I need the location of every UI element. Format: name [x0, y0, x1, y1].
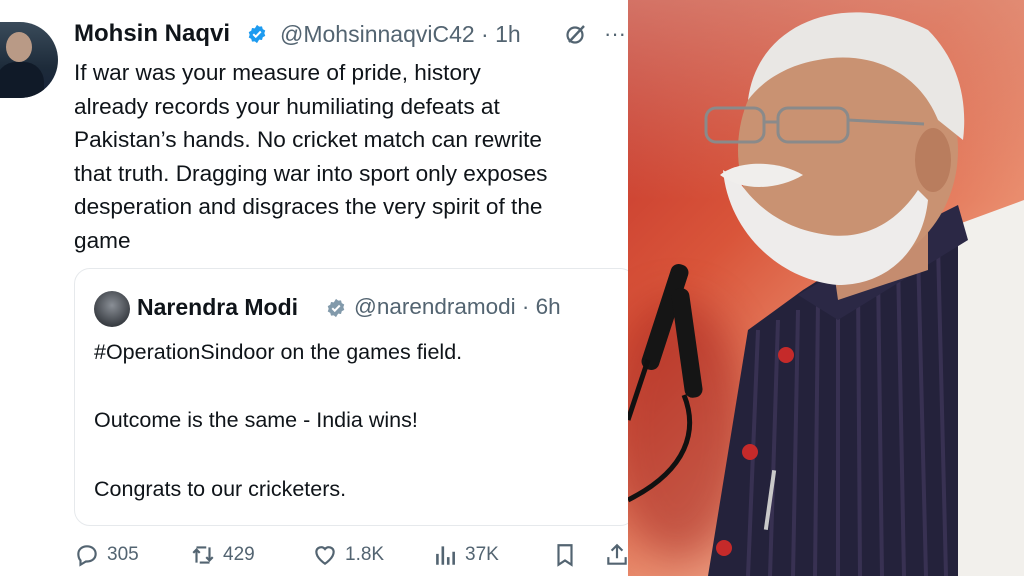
verified-badge-icon — [248, 24, 266, 44]
repost-button[interactable]: 429 — [190, 540, 255, 570]
tweet-body: If war was your measure of pride, histor… — [74, 56, 628, 257]
reply-count: 305 — [107, 544, 139, 565]
author-avatar[interactable] — [0, 22, 58, 98]
avatar-head — [6, 32, 32, 62]
view-count: 37K — [465, 544, 499, 565]
tweet-line: that truth. Dragging war into sport only… — [74, 160, 548, 186]
tweet-action-bar: 305 429 1.8K 37K — [74, 540, 628, 570]
tweet-screenshot-panel: Mohsin Naqvi @MohsinnaqviC42 · 1h ··· If… — [0, 0, 628, 576]
share-icon — [607, 543, 627, 565]
tweet-line: Pakistan’s hands. No cricket match can r… — [74, 127, 542, 152]
like-icon — [315, 546, 335, 565]
author-name[interactable]: Mohsin Naqvi — [74, 20, 230, 48]
quoted-author-avatar[interactable] — [94, 291, 130, 327]
vest-button — [778, 347, 794, 363]
repost-icon — [192, 546, 214, 564]
avatar-body — [0, 62, 44, 98]
bookmark-button[interactable] — [552, 540, 578, 570]
like-count: 1.8K — [345, 544, 385, 565]
bookmark-icon — [557, 544, 573, 567]
tweet-line: If war was your measure of pride, histor… — [74, 60, 481, 85]
tweet-line: already records your humiliating defeats… — [74, 93, 500, 119]
reply-button[interactable]: 305 — [74, 540, 139, 570]
vest-button — [742, 444, 758, 460]
microphones — [628, 263, 703, 503]
reply-icon — [77, 545, 97, 567]
views-button[interactable]: 37K — [432, 540, 499, 570]
grok-icon[interactable] — [564, 22, 588, 46]
quoted-tweet-line: Congrats to our cricketers. — [94, 477, 347, 501]
share-button[interactable] — [604, 540, 628, 570]
tweet-line: desperation and disgraces the very spiri… — [74, 194, 543, 219]
vest-button — [716, 540, 732, 556]
tweet-line: game — [74, 227, 131, 253]
quoted-author-handle-time[interactable]: @narendramodi · 6h — [354, 294, 561, 320]
repost-count: 429 — [223, 544, 255, 565]
more-icon[interactable]: ··· — [604, 21, 626, 47]
ear — [915, 128, 951, 192]
views-icon — [436, 546, 455, 565]
like-button[interactable]: 1.8K — [312, 540, 384, 570]
quoted-tweet-line: #OperationSindoor on the games field. — [94, 340, 463, 364]
speaker-illustration — [628, 12, 1024, 576]
author-handle-time[interactable]: @MohsinnaqviC42 · 1h — [280, 21, 521, 48]
speaker-photo — [628, 0, 1024, 576]
verified-badge-icon — [327, 298, 345, 318]
quoted-author-name[interactable]: Narendra Modi — [137, 294, 298, 321]
quoted-tweet-line: Outcome is the same - India wins! — [94, 408, 418, 432]
